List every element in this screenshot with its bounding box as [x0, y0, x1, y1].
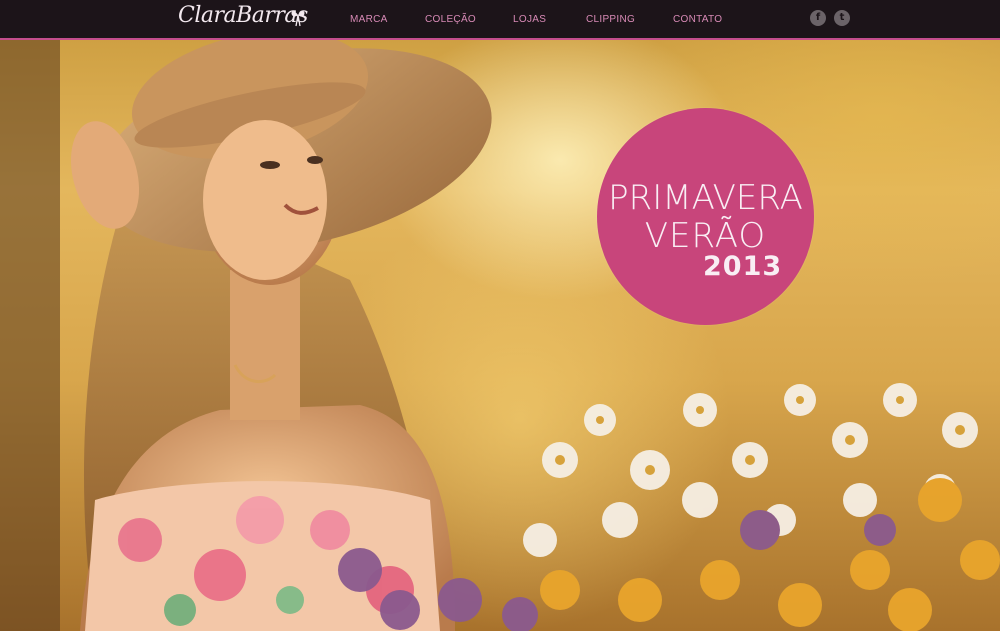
nav-colecao[interactable]: COLEÇÃO: [425, 14, 476, 25]
nav-contato[interactable]: CONTATO: [673, 14, 722, 25]
nav-clipping[interactable]: CLIPPING: [586, 14, 635, 25]
badge-line-primavera: PRIMAVERA: [608, 178, 803, 218]
top-navigation-bar: ClaraBarras MARCA COLEÇÃO LOJAS CLIPPING…: [0, 0, 1000, 40]
hero-photo: [0, 0, 1000, 631]
nav-lojas[interactable]: LOJAS: [513, 14, 546, 25]
bow-icon: [291, 11, 305, 27]
badge-year: 2013: [703, 251, 783, 282]
brand-logo[interactable]: ClaraBarras: [178, 3, 308, 28]
hero-illustration: [0, 31, 1000, 631]
nav-marca[interactable]: MARCA: [350, 14, 388, 25]
twitter-icon[interactable]: t: [834, 10, 850, 26]
badge-line-verao: VERÃO: [644, 216, 767, 256]
facebook-icon[interactable]: f: [810, 10, 826, 26]
season-badge: PRIMAVERA VERÃO 2013: [597, 108, 814, 325]
